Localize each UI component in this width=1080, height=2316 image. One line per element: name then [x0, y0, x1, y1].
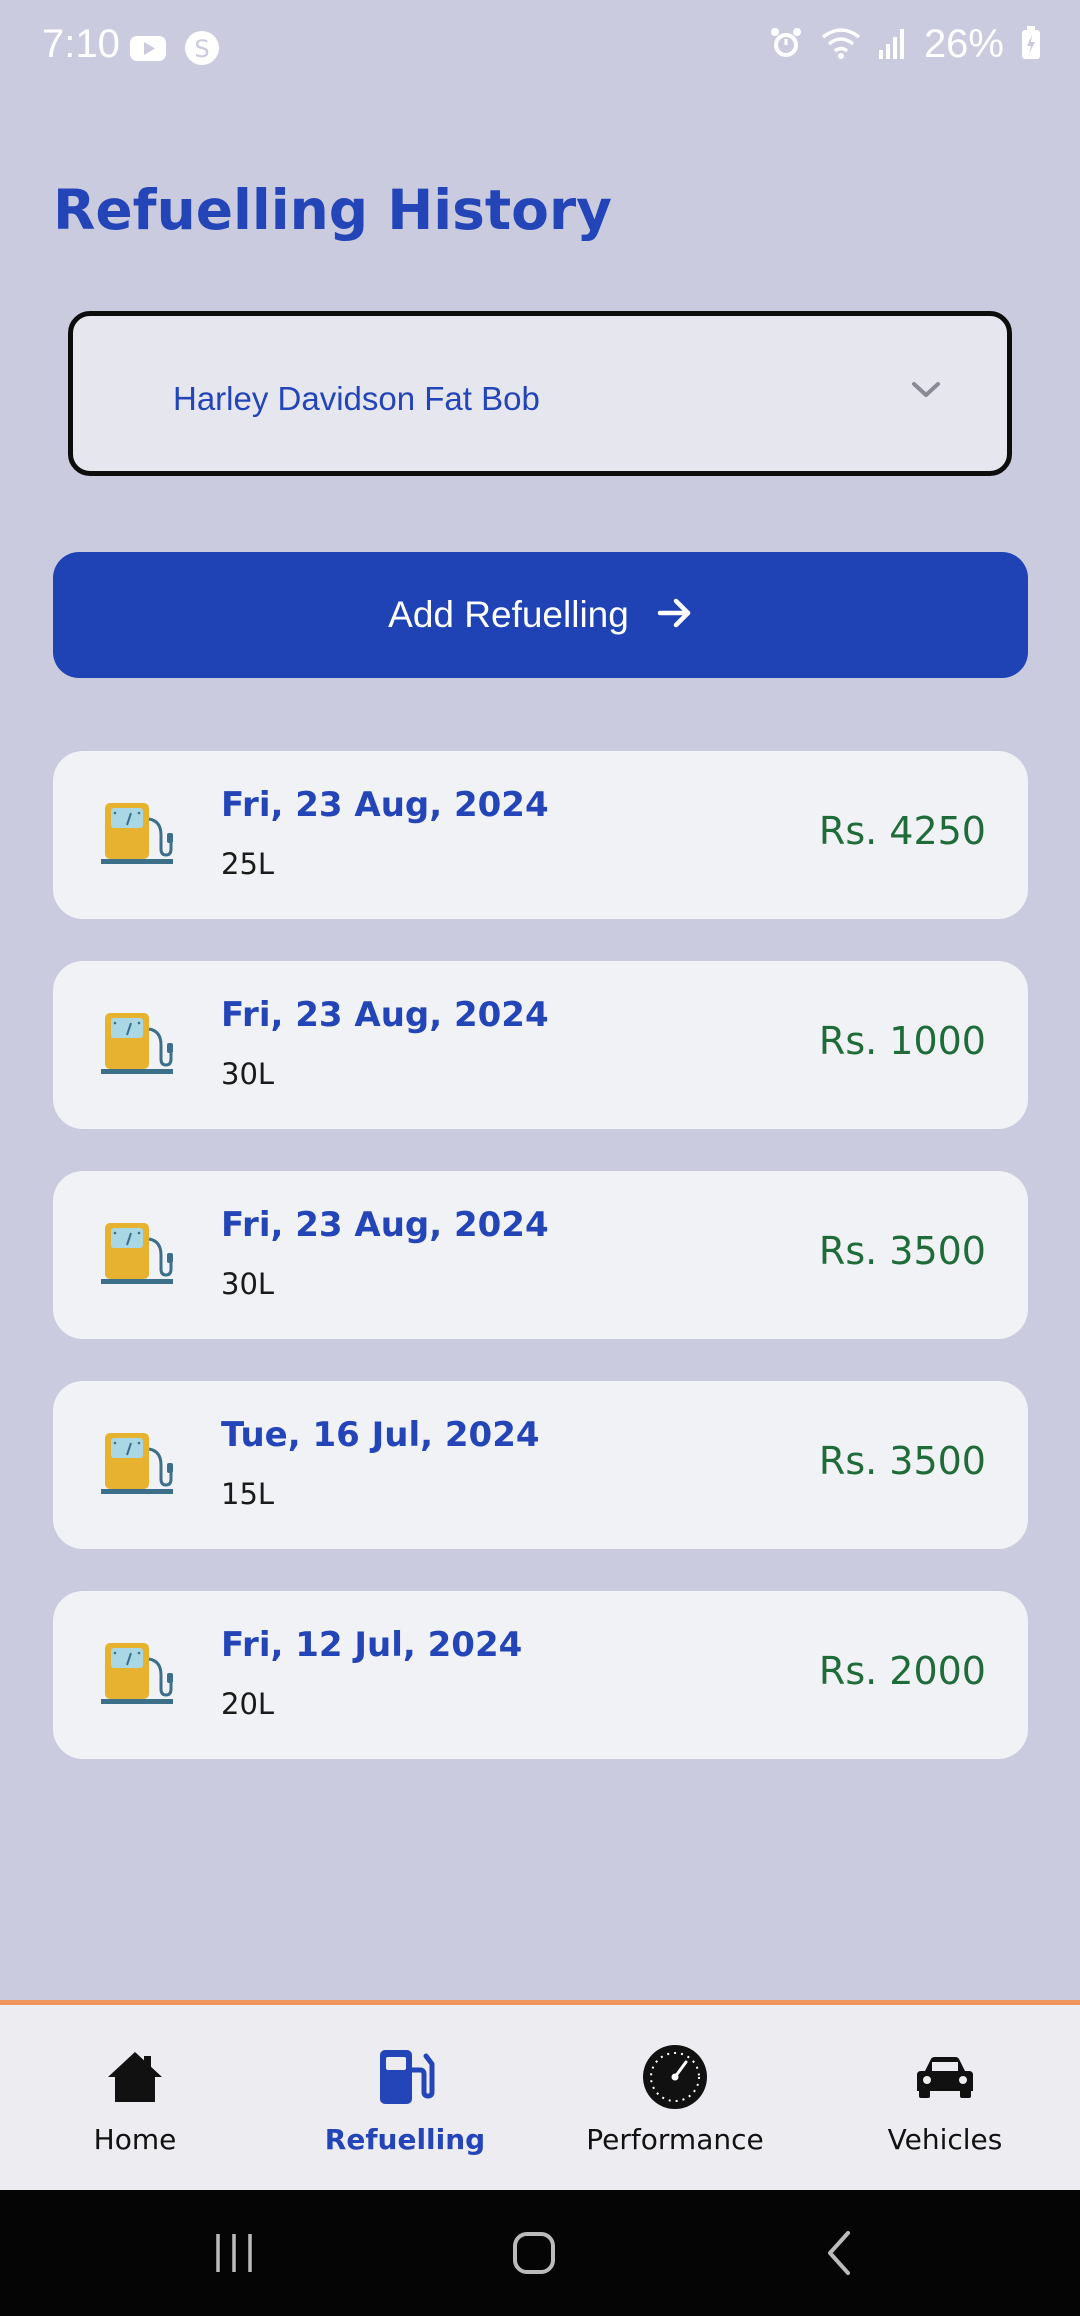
- refuelling-date: Fri, 12 Jul, 2024: [221, 1625, 523, 1665]
- refuelling-volume: 25L: [221, 847, 275, 881]
- recent-apps-icon[interactable]: [213, 2228, 255, 2282]
- alarm-icon: [768, 25, 804, 65]
- fuel-pump-icon: [101, 1637, 173, 1713]
- status-left-icons: S: [128, 28, 222, 72]
- refuelling-card[interactable]: Fri, 23 Aug, 2024 30L Rs. 1000: [53, 961, 1028, 1129]
- status-time: 7:10: [42, 22, 120, 66]
- fuel-pump-icon: [101, 1427, 173, 1503]
- refuelling-amount: Rs. 1000: [818, 1019, 986, 1063]
- refuelling-date: Fri, 23 Aug, 2024: [221, 995, 549, 1035]
- nav-performance[interactable]: Performance: [540, 2005, 810, 2190]
- refuelling-date: Fri, 23 Aug, 2024: [221, 785, 549, 825]
- svg-text:S: S: [194, 35, 209, 63]
- add-refuelling-label: Add Refuelling: [388, 594, 629, 635]
- refuelling-amount: Rs. 3500: [818, 1229, 986, 1273]
- refuelling-card[interactable]: Fri, 12 Jul, 2024 20L Rs. 2000: [53, 1591, 1028, 1759]
- refuelling-date: Fri, 23 Aug, 2024: [221, 1205, 549, 1245]
- refuelling-volume: 20L: [221, 1687, 275, 1721]
- refuelling-date: Tue, 16 Jul, 2024: [221, 1415, 540, 1455]
- page-title: Refuelling History: [53, 178, 612, 242]
- car-icon: [915, 2043, 975, 2111]
- shazam-icon: S: [182, 28, 222, 72]
- nav-home[interactable]: Home: [0, 2005, 270, 2190]
- signal-icon: [878, 26, 908, 64]
- home-button-icon[interactable]: [511, 2228, 557, 2282]
- nav-performance-label: Performance: [586, 2123, 764, 2156]
- vehicle-select-value: Harley Davidson Fat Bob: [173, 380, 540, 417]
- refuelling-card[interactable]: Fri, 23 Aug, 2024 30L Rs. 3500: [53, 1171, 1028, 1339]
- youtube-icon: [128, 28, 168, 72]
- fuel-station-icon: [374, 2043, 436, 2111]
- battery-charging-icon: [1020, 25, 1042, 65]
- refuelling-amount: Rs. 4250: [818, 809, 986, 853]
- status-bar: 7:10 S 26%: [0, 0, 1080, 96]
- add-refuelling-button[interactable]: Add Refuelling: [53, 552, 1028, 678]
- refuelling-amount: Rs. 2000: [818, 1649, 986, 1693]
- fuel-pump-icon: [101, 797, 173, 873]
- fuel-pump-icon: [101, 1007, 173, 1083]
- vehicle-select[interactable]: Harley Davidson Fat Bob: [68, 311, 1012, 476]
- status-right: 26%: [768, 22, 1042, 67]
- nav-home-label: Home: [93, 2123, 177, 2156]
- fuel-pump-icon: [101, 1217, 173, 1293]
- nav-refuelling-label: Refuelling: [324, 2123, 486, 2156]
- screen: 7:10 S 26% Refuelling History Harley Dav…: [0, 0, 1080, 2316]
- speedometer-icon: [642, 2043, 708, 2111]
- bottom-nav: Home Refuelling Performance Vehicles: [0, 2000, 1080, 2190]
- chevron-down-icon: [911, 380, 941, 404]
- refuelling-volume: 30L: [221, 1267, 275, 1301]
- refuelling-card[interactable]: Tue, 16 Jul, 2024 15L Rs. 3500: [53, 1381, 1028, 1549]
- nav-vehicles[interactable]: Vehicles: [810, 2005, 1080, 2190]
- nav-vehicles-label: Vehicles: [887, 2123, 1003, 2156]
- nav-refuelling[interactable]: Refuelling: [270, 2005, 540, 2190]
- refuelling-volume: 15L: [221, 1477, 275, 1511]
- arrow-right-icon: [657, 597, 693, 633]
- refuelling-card[interactable]: Fri, 23 Aug, 2024 25L Rs. 4250: [53, 751, 1028, 919]
- wifi-icon: [820, 25, 862, 65]
- battery-percentage: 26%: [923, 22, 1004, 66]
- refuelling-volume: 30L: [221, 1057, 275, 1091]
- back-icon[interactable]: [822, 2228, 856, 2282]
- home-icon: [106, 2043, 164, 2111]
- system-nav: [0, 2190, 1080, 2316]
- refuelling-amount: Rs. 3500: [818, 1439, 986, 1483]
